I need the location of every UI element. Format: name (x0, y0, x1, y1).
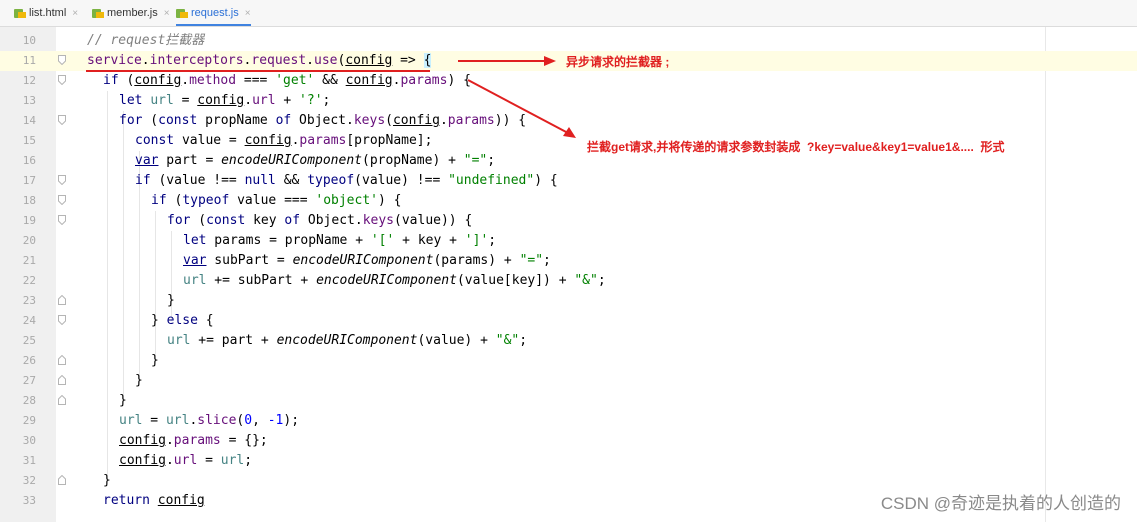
annotation-async-interceptor: 异步请求的拦截器 ; (566, 55, 670, 69)
annotation-arrows (458, 56, 576, 138)
arrow-head (544, 56, 556, 66)
annotation-get-intercept: 拦截get请求,并将传递的请求参数封装成 ?key=value&key1=val… (587, 140, 1005, 154)
arrow-line (467, 79, 569, 134)
watermark: CSDN @奇迹是执着的人创造的 (880, 494, 1121, 513)
